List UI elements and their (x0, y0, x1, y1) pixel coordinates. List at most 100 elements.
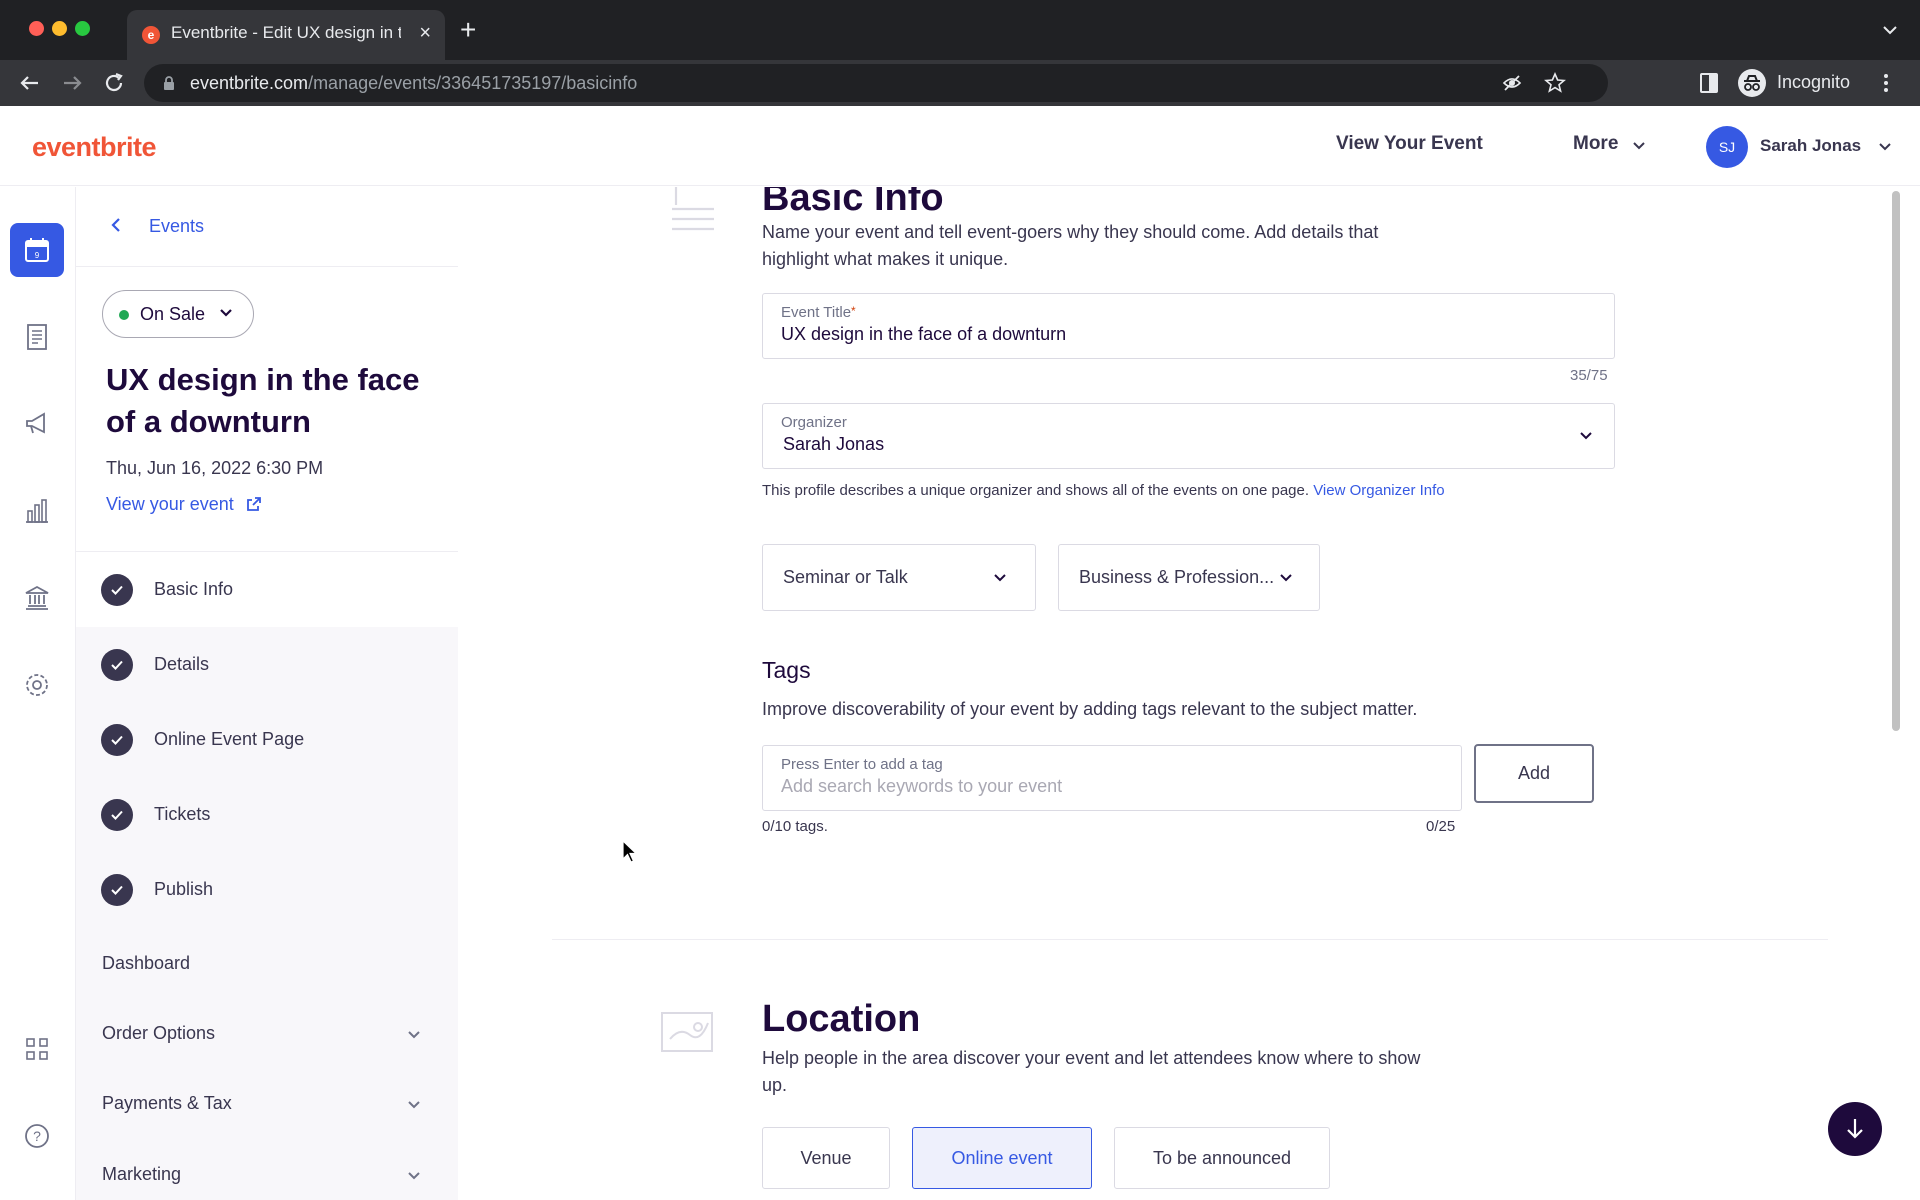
lock-icon (164, 76, 174, 90)
check-icon (101, 799, 133, 831)
chevron-down-icon (1580, 432, 1592, 440)
forward-arrow-icon[interactable] (58, 69, 86, 97)
tag-input[interactable]: Press Enter to add a tag Add search keyw… (762, 745, 1462, 811)
svg-text:9: 9 (35, 251, 40, 260)
step-label: Basic Info (154, 579, 234, 599)
scroll-down-button[interactable] (1828, 1102, 1882, 1156)
add-tag-button[interactable]: Add (1474, 744, 1594, 803)
sidebar-step-online-event-page[interactable]: Online Event Page (76, 702, 458, 777)
status-dot (119, 310, 129, 320)
sidebar-step-details[interactable]: Details (76, 627, 458, 702)
chevron-down-icon[interactable] (406, 1029, 422, 1041)
sidebar-step-publish[interactable]: Publish (76, 852, 458, 927)
more-chevron-icon[interactable] (1632, 141, 1646, 151)
rail-settings-button[interactable] (10, 658, 64, 712)
organizer-select[interactable]: Organizer Sarah Jonas (762, 403, 1615, 469)
bookmark-star-icon[interactable] (1544, 72, 1566, 94)
event-date: Thu, Jun 16, 2022 6:30 PM (106, 458, 324, 478)
back-label: Events (149, 216, 205, 236)
app-header: eventbrite View Your Event More SJ Sarah… (0, 106, 1920, 186)
tab-title: Eventbrite - Edit UX design in the face … (171, 23, 401, 42)
location-tba-button[interactable]: To be announced (1114, 1127, 1330, 1189)
user-chevron-icon (1879, 143, 1891, 151)
sidebar-step-tickets[interactable]: Tickets (76, 777, 458, 852)
rail-orders-button[interactable] (10, 310, 64, 364)
rail-apps-button[interactable] (10, 1022, 64, 1076)
text-lines-icon (672, 187, 714, 231)
rail-help-button[interactable]: ? (10, 1109, 64, 1163)
main-content: Basic Info Name your event and tell even… (458, 187, 1902, 1200)
eye-off-icon[interactable] (1502, 73, 1522, 93)
step-list: Basic Info Details Online Event Page Ticket… (76, 551, 458, 927)
eventbrite-logo[interactable]: eventbrite (32, 132, 157, 163)
minimize-window-icon[interactable] (52, 21, 67, 36)
check-icon (101, 649, 133, 681)
side-panel-icon[interactable] (1699, 72, 1719, 94)
check-icon (101, 574, 133, 606)
event-category-select[interactable]: Business & Profession... (1058, 544, 1320, 611)
view-organizer-info-link[interactable]: View Organizer Info (1313, 482, 1444, 499)
apps-grid-icon (26, 1038, 48, 1060)
organizer-label: Organizer (781, 414, 847, 431)
back-to-events[interactable]: Events (76, 187, 458, 267)
close-window-icon[interactable] (29, 21, 44, 36)
maximize-window-icon[interactable] (75, 21, 90, 36)
event-title-label: Event Title* (781, 304, 856, 321)
chevron-down-icon (1280, 574, 1292, 582)
browser-tab[interactable]: e Eventbrite - Edit UX design in the fac… (127, 10, 445, 60)
view-your-event-link[interactable]: View your event (106, 494, 234, 515)
sidebar-step-basic-info[interactable]: Basic Info (76, 552, 458, 627)
sidebar-item-payments-tax[interactable]: Payments & Tax (102, 1093, 232, 1114)
address-bar[interactable]: eventbrite.com/manage/events/33645173519… (144, 64, 1608, 102)
event-category-value: Business & Profession... (1079, 567, 1275, 587)
scrollbar[interactable] (1892, 191, 1900, 731)
step-label: Publish (154, 879, 214, 899)
rail-marketing-button[interactable] (10, 397, 64, 451)
location-description: Help people in the area discover your ev… (762, 1048, 1421, 1095)
section-divider (552, 939, 1828, 940)
chevron-down-icon[interactable] (406, 1099, 422, 1111)
arrow-down-icon (1847, 1119, 1863, 1139)
browser-menu-icon[interactable] (1882, 72, 1890, 94)
profile-label: Incognito (1777, 72, 1851, 92)
avatar: SJ (1706, 126, 1748, 168)
rail-events-button[interactable]: 9 (10, 223, 64, 277)
organizer-value: Sarah Jonas (783, 434, 885, 454)
rail-finance-button[interactable] (10, 571, 64, 625)
event-type-select[interactable]: Seminar or Talk (762, 544, 1036, 611)
event-sidebar: Events On Sale UX design in the face of … (76, 187, 458, 1200)
chevron-down-icon[interactable] (406, 1170, 422, 1182)
new-tab-icon[interactable]: + (460, 14, 476, 46)
incognito-indicator[interactable]: Incognito (1737, 68, 1867, 98)
status-dropdown[interactable]: On Sale (102, 290, 254, 338)
location-venue-button[interactable]: Venue (762, 1127, 890, 1189)
event-title: UX design in the face of a downturn (106, 362, 420, 439)
help-icon: ? (25, 1124, 49, 1148)
chevron-down-icon (220, 309, 232, 317)
title-char-counter: 35/75 (1570, 367, 1608, 384)
rail-reports-button[interactable] (10, 484, 64, 538)
sidebar-item-order-options[interactable]: Order Options (102, 1023, 215, 1044)
user-menu[interactable]: SJ Sarah Jonas (1706, 124, 1906, 170)
tab-search-icon[interactable] (1880, 20, 1900, 40)
close-tab-icon[interactable]: × (419, 22, 431, 45)
sidebar-item-dashboard[interactable]: Dashboard (102, 953, 190, 974)
eventbrite-favicon-icon: e (142, 26, 160, 44)
more-menu[interactable]: More (1573, 133, 1618, 155)
browser-tab-strip: e Eventbrite - Edit UX design in the fac… (0, 0, 1920, 60)
step-label: Tickets (154, 804, 211, 824)
back-arrow-icon[interactable] (16, 69, 44, 97)
bar-chart-icon (26, 499, 48, 523)
tag-input-label: Press Enter to add a tag (781, 756, 943, 773)
tags-count: 0/10 tags. (762, 818, 828, 835)
event-title-field[interactable]: Event Title* UX design in the face of a … (762, 293, 1615, 359)
svg-text:?: ? (33, 1128, 41, 1144)
reload-icon[interactable] (100, 69, 128, 97)
external-link-icon[interactable] (246, 496, 262, 512)
view-your-event-link[interactable]: View Your Event (1336, 133, 1483, 155)
step-label: Details (154, 654, 210, 674)
location-online-button[interactable]: Online event (912, 1127, 1092, 1189)
sidebar-item-marketing[interactable]: Marketing (102, 1164, 181, 1185)
bank-icon (25, 585, 49, 610)
gear-icon (26, 674, 48, 696)
